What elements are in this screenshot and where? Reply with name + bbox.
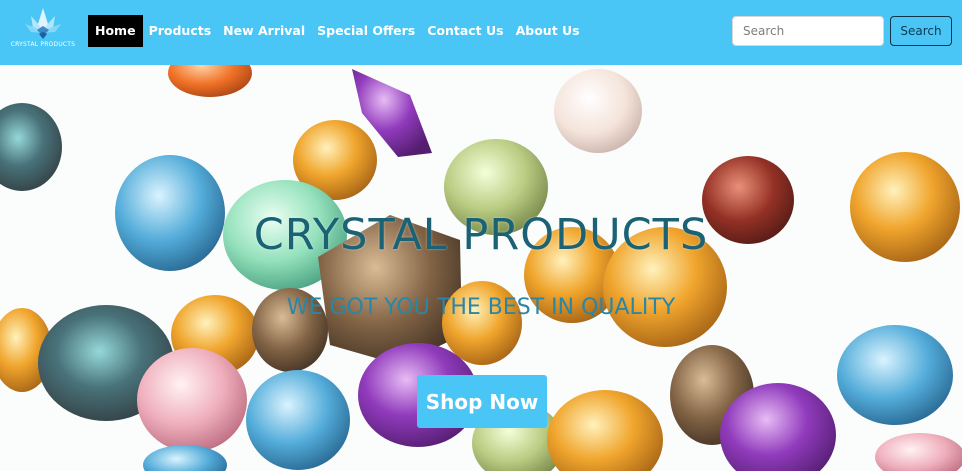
hero-subtitle: WE GOT YOU THE BEST IN QUALITY: [286, 295, 676, 320]
search-input[interactable]: [732, 16, 884, 46]
main-nav: Home Products New Arrival Special Offers…: [88, 15, 586, 47]
nav-products[interactable]: Products: [143, 15, 218, 47]
brand-logo[interactable]: CRYSTAL PRODUCTS: [10, 6, 76, 54]
nav-about-us[interactable]: About Us: [510, 15, 586, 47]
nav-contact-us[interactable]: Contact Us: [421, 15, 509, 47]
hero-banner: CRYSTAL PRODUCTS WE GOT YOU THE BEST IN …: [0, 65, 962, 471]
nav-new-arrival[interactable]: New Arrival: [217, 15, 311, 47]
shop-now-button[interactable]: Shop Now: [417, 375, 547, 428]
nav-home[interactable]: Home: [88, 15, 143, 47]
nav-special-offers[interactable]: Special Offers: [311, 15, 421, 47]
crystal-lotus-icon: [25, 8, 61, 39]
brand-logo-text: CRYSTAL PRODUCTS: [10, 41, 76, 48]
hero-title: CRYSTAL PRODUCTS: [253, 210, 709, 260]
navbar: CRYSTAL PRODUCTS Home Products New Arriv…: [0, 0, 962, 65]
search-button[interactable]: Search: [890, 16, 952, 46]
